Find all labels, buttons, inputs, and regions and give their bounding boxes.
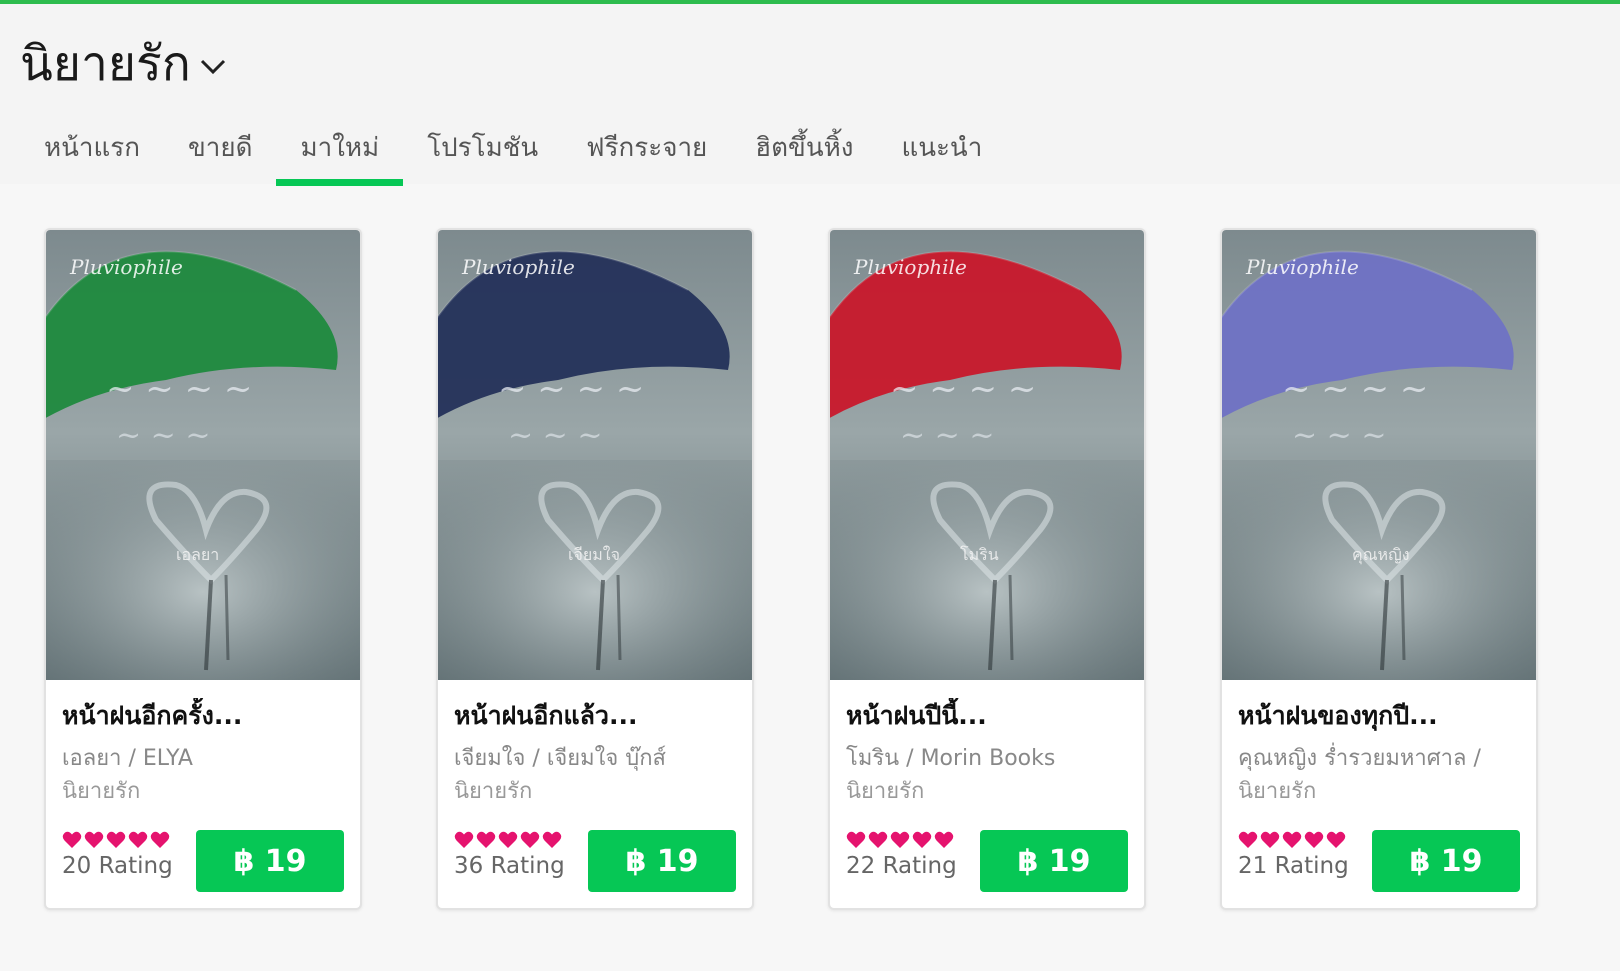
book-author[interactable]: โมริน / Morin Books [846,742,1132,776]
book-title[interactable]: หน้าฝนอีกแล้ว... [454,698,740,734]
book-cover[interactable]: Pluviophile ~ ~ ~ ~ ~ ~ ~ เจียมใจ [438,230,752,680]
heart-icon [1238,831,1258,848]
book-cover[interactable]: Pluviophile ~ ~ ~ ~ ~ ~ ~ โมริน [830,230,1144,680]
book-card[interactable]: Pluviophile ~ ~ ~ ~ ~ ~ ~ โมริน หน้าฝนปี… [828,228,1146,910]
heart-icon [128,831,148,848]
book-author[interactable]: เจียมใจ / เจียมใจ บุ๊กส์ [454,742,740,776]
heart-icon [1260,831,1280,848]
category-dropdown[interactable]: นิยายรัก [20,36,227,92]
heart-icon [868,831,888,848]
rating-count: 20 Rating [62,853,173,879]
book-title[interactable]: หน้าฝนอีกครั้ง... [62,698,348,734]
rating: 21 Rating [1238,830,1349,880]
heart-icon [454,831,474,848]
book-genre[interactable]: นิยายรัก [846,776,1132,808]
cover-image: Pluviophile ~ ~ ~ ~ ~ ~ ~ เจียมใจ [438,230,752,680]
heart-icon [62,831,82,848]
heart-icon [84,831,104,848]
price-button[interactable]: ฿ 19 [588,830,736,892]
book-cover[interactable]: Pluviophile ~ ~ ~ ~ ~ ~ ~ คุณหญิง [1222,230,1536,680]
book-card[interactable]: Pluviophile ~ ~ ~ ~ ~ ~ ~ เอลยา หน้าฝนอี… [44,228,362,910]
book-card[interactable]: Pluviophile ~ ~ ~ ~ ~ ~ ~ เจียมใจ หน้าฝน… [436,228,754,910]
heart-icon [476,831,496,848]
book-info: หน้าฝนอีกครั้ง... เอลยา / ELYA นิยายรัก [62,698,348,808]
tab-promotion[interactable]: โปรโมชัน [403,122,562,186]
heart-icon [1282,831,1302,848]
tab-home[interactable]: หน้าแรก [20,122,164,186]
svg-text:~ ~ ~ ~: ~ ~ ~ ~ [890,369,1036,409]
svg-text:เอลยา: เอลยา [176,545,219,564]
price-button[interactable]: ฿ 19 [1372,830,1520,892]
book-info: หน้าฝนปีนี้... โมริน / Morin Books นิยาย… [846,698,1132,808]
svg-text:เจียมใจ: เจียมใจ [568,545,620,564]
rating-hearts [62,830,173,850]
tab-recommended[interactable]: แนะนำ [877,122,1006,186]
heart-icon [106,831,126,848]
svg-text:~ ~ ~ ~: ~ ~ ~ ~ [1282,369,1428,409]
rating: 36 Rating [454,830,565,880]
rating-hearts [1238,830,1349,850]
svg-text:คุณหญิง: คุณหญิง [1352,545,1410,565]
heart-icon [890,831,910,848]
svg-text:Pluviophile: Pluviophile [1245,255,1359,279]
heart-icon [934,831,954,848]
price-button[interactable]: ฿ 19 [196,830,344,892]
heart-icon [520,831,540,848]
tab-free[interactable]: ฟรีกระจาย [562,122,731,186]
svg-text:Pluviophile: Pluviophile [853,255,967,279]
svg-text:Pluviophile: Pluviophile [461,255,575,279]
rating-count: 22 Rating [846,853,957,879]
book-genre[interactable]: นิยายรัก [62,776,348,808]
rating: 22 Rating [846,830,957,880]
heart-icon [1326,831,1346,848]
heart-icon [1304,831,1324,848]
tab-new[interactable]: มาใหม่ [276,122,403,186]
tab-bestseller[interactable]: ขายดี [164,122,277,186]
svg-text:~ ~ ~: ~ ~ ~ [1292,418,1386,453]
book-title[interactable]: หน้าฝนปีนี้... [846,698,1132,734]
svg-text:โมริน: โมริน [960,545,999,564]
cover-image: Pluviophile ~ ~ ~ ~ ~ ~ ~ คุณหญิง [1222,230,1536,680]
heart-icon [912,831,932,848]
tab-hits[interactable]: ฮิตขึ้นหิ้ง [731,122,877,186]
category-title: นิยายรัก [20,36,191,92]
book-info: หน้าฝนอีกแล้ว... เจียมใจ / เจียมใจ บุ๊กส… [454,698,740,808]
heart-icon [846,831,866,848]
rating: 20 Rating [62,830,173,880]
book-genre[interactable]: นิยายรัก [454,776,740,808]
heart-icon [542,831,562,848]
svg-text:~ ~ ~: ~ ~ ~ [508,418,602,453]
svg-text:~ ~ ~: ~ ~ ~ [116,418,210,453]
price-button[interactable]: ฿ 19 [980,830,1128,892]
tab-bar: หน้าแรก ขายดี มาใหม่ โปรโมชัน ฟรีกระจาย … [20,122,1006,186]
page-header: นิยายรัก หน้าแรก ขายดี มาใหม่ โปรโมชัน ฟ… [0,4,1620,186]
book-info: หน้าฝนของทุกปี... คุณหญิง ร่ำรวยมหาศาล /… [1238,698,1524,808]
rating-hearts [454,830,565,850]
rating-count: 36 Rating [454,853,565,879]
cover-image: Pluviophile ~ ~ ~ ~ ~ ~ ~ เอลยา [46,230,360,680]
rating-hearts [846,830,957,850]
rating-count: 21 Rating [1238,853,1349,879]
book-author[interactable]: เอลยา / ELYA [62,742,348,776]
book-author[interactable]: คุณหญิง ร่ำรวยมหาศาล / [1238,742,1524,776]
svg-text:Pluviophile: Pluviophile [69,255,183,279]
book-title[interactable]: หน้าฝนของทุกปี... [1238,698,1524,734]
svg-text:~ ~ ~: ~ ~ ~ [900,418,994,453]
heart-icon [498,831,518,848]
book-cover[interactable]: Pluviophile ~ ~ ~ ~ ~ ~ ~ เอลยา [46,230,360,680]
book-card[interactable]: Pluviophile ~ ~ ~ ~ ~ ~ ~ คุณหญิง หน้าฝน… [1220,228,1538,910]
book-genre[interactable]: นิยายรัก [1238,776,1524,808]
svg-text:~ ~ ~ ~: ~ ~ ~ ~ [106,369,252,409]
cover-image: Pluviophile ~ ~ ~ ~ ~ ~ ~ โมริน [830,230,1144,680]
svg-text:~ ~ ~ ~: ~ ~ ~ ~ [498,369,644,409]
heart-icon [150,831,170,848]
chevron-down-icon [200,59,225,75]
